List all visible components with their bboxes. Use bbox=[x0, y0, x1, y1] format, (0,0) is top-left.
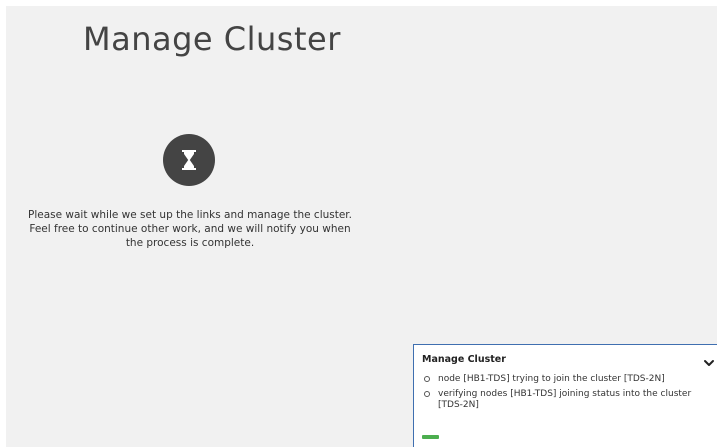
hourglass-icon bbox=[163, 134, 215, 186]
progress-fill bbox=[422, 435, 440, 439]
list-item-text: verifying nodes [HB1-TDS] joining status… bbox=[438, 388, 692, 411]
list-item: verifying nodes [HB1-TDS] joining status… bbox=[424, 389, 709, 412]
list-item-text: node [HB1-TDS] trying to join the cluste… bbox=[438, 374, 665, 384]
wait-message: Please wait while we set up the links an… bbox=[27, 209, 352, 249]
notification-title: Manage Cluster bbox=[422, 354, 506, 365]
progress-bar bbox=[422, 435, 707, 439]
notification-panel: Manage Cluster node [HB1-TDS] trying to … bbox=[413, 344, 717, 447]
page-title: Manage Cluster bbox=[83, 20, 341, 58]
notification-list: node [HB1-TDS] trying to join the cluste… bbox=[424, 374, 709, 415]
bullet-icon bbox=[424, 376, 430, 382]
list-item: node [HB1-TDS] trying to join the cluste… bbox=[424, 374, 709, 386]
bullet-icon bbox=[424, 390, 430, 397]
chevron-down-icon[interactable] bbox=[703, 353, 715, 366]
